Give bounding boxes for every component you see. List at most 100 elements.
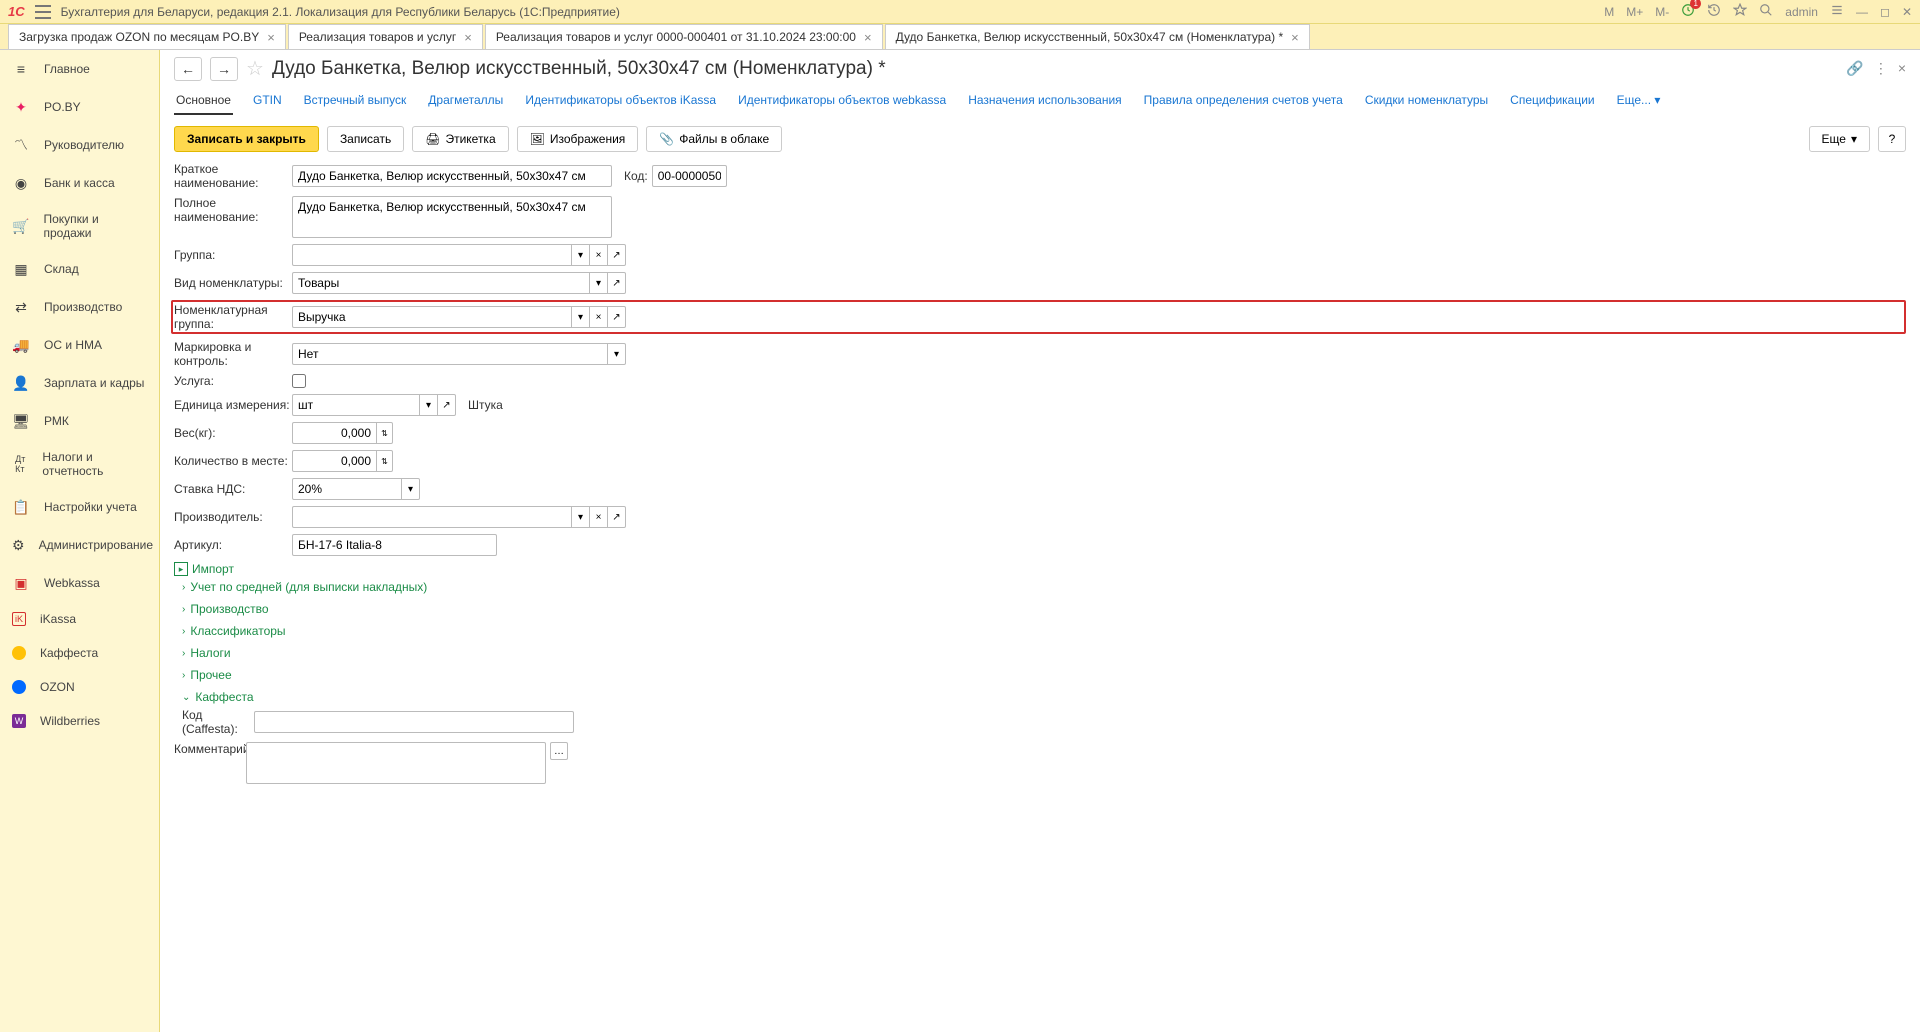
sidebar-item-caffesta[interactable]: Каффеста xyxy=(0,636,159,670)
tab-close-icon[interactable]: × xyxy=(267,30,275,45)
cloud-files-button[interactable]: 📎Файлы в облаке xyxy=(646,126,782,152)
subtab-counter[interactable]: Встречный выпуск xyxy=(302,89,409,115)
save-button[interactable]: Записать xyxy=(327,126,404,152)
search-icon[interactable] xyxy=(1759,3,1773,20)
star-icon[interactable] xyxy=(1733,3,1747,20)
sidebar-item-warehouse[interactable]: ▦Склад xyxy=(0,250,159,288)
caffesta-section[interactable]: ⌄Каффеста xyxy=(182,686,1906,708)
open-icon[interactable]: ↗ xyxy=(608,272,626,294)
tab-2[interactable]: Реализация товаров и услуг 0000-000401 о… xyxy=(485,24,883,49)
tab-close-icon[interactable]: × xyxy=(464,30,472,45)
qty-place-input[interactable] xyxy=(292,450,377,472)
open-icon[interactable]: ↗ xyxy=(438,394,456,416)
dropdown-icon[interactable]: ▾ xyxy=(402,478,420,500)
sidebar-item-poby[interactable]: ✦PO.BY xyxy=(0,88,159,126)
spinner-icon[interactable]: ⇅ xyxy=(377,450,393,472)
classifiers-section[interactable]: ›Классификаторы xyxy=(182,620,1906,642)
forward-button[interactable]: → xyxy=(210,57,238,81)
dropdown-icon[interactable]: ▾ xyxy=(572,506,590,528)
sidebar-item-ozon[interactable]: OZON xyxy=(0,670,159,704)
sidebar-item-webkassa[interactable]: ▣Webkassa xyxy=(0,564,159,602)
back-button[interactable]: ← xyxy=(174,57,202,81)
subtab-main[interactable]: Основное xyxy=(174,89,233,115)
manufacturer-input[interactable] xyxy=(292,506,572,528)
code-input[interactable] xyxy=(652,165,727,187)
weight-input[interactable] xyxy=(292,422,377,444)
subtab-specs[interactable]: Спецификации xyxy=(1508,89,1596,115)
sidebar-item-wb[interactable]: WWildberries xyxy=(0,704,159,738)
link-icon[interactable]: 🔗 xyxy=(1846,60,1863,77)
help-button[interactable]: ? xyxy=(1878,126,1906,152)
sidebar-item-sales[interactable]: 🛒Покупки и продажи xyxy=(0,202,159,250)
m-minus-button[interactable]: M- xyxy=(1655,5,1669,19)
vat-input[interactable] xyxy=(292,478,402,500)
service-checkbox[interactable] xyxy=(292,374,306,388)
images-button[interactable]: 🖼Изображения xyxy=(517,126,639,152)
sidebar-item-admin[interactable]: ⚙Администрирование xyxy=(0,526,159,564)
dropdown-icon[interactable]: ▾ xyxy=(608,343,626,365)
open-icon[interactable]: ↗ xyxy=(608,244,626,266)
comment-textarea[interactable] xyxy=(246,742,546,784)
more-vert-icon[interactable]: ⋮ xyxy=(1874,60,1888,77)
open-icon[interactable]: ↗ xyxy=(608,506,626,528)
nom-group-input[interactable] xyxy=(292,306,572,328)
clear-icon[interactable]: × xyxy=(590,244,608,266)
unit-input[interactable] xyxy=(292,394,420,416)
avg-acct-section[interactable]: ›Учет по средней (для выписки накладных) xyxy=(182,576,1906,598)
tab-1[interactable]: Реализация товаров и услуг× xyxy=(288,24,483,49)
m-plus-button[interactable]: M+ xyxy=(1626,5,1643,19)
more-button[interactable]: Еще ▾ xyxy=(1809,126,1870,152)
history-icon[interactable] xyxy=(1707,3,1721,20)
subtab-discounts[interactable]: Скидки номенклатуры xyxy=(1363,89,1490,115)
favorite-star-icon[interactable]: ☆ xyxy=(246,56,264,81)
open-icon[interactable]: ↗ xyxy=(608,306,626,328)
subtab-accounts[interactable]: Правила определения счетов учета xyxy=(1142,89,1345,115)
sidebar-item-hr[interactable]: 👤Зарплата и кадры xyxy=(0,364,159,402)
minimize-icon[interactable]: — xyxy=(1856,5,1868,19)
clear-icon[interactable]: × xyxy=(590,506,608,528)
other-section[interactable]: ›Прочее xyxy=(182,664,1906,686)
import-section[interactable]: ▸ Импорт xyxy=(174,562,1906,576)
sidebar-item-production[interactable]: ⇄Производство xyxy=(0,288,159,326)
tab-close-icon[interactable]: × xyxy=(1291,30,1299,45)
expand-comment-icon[interactable]: … xyxy=(550,742,568,760)
subtab-more[interactable]: Еще... ▾ xyxy=(1615,89,1663,115)
sidebar-item-ikassa[interactable]: iKiKassa xyxy=(0,602,159,636)
tab-3[interactable]: Дудо Банкетка, Велюр искусственный, 50х3… xyxy=(885,24,1310,49)
nom-type-input[interactable] xyxy=(292,272,590,294)
notifications-icon[interactable]: 1 xyxy=(1681,3,1695,20)
dropdown-icon[interactable]: ▾ xyxy=(572,306,590,328)
sidebar-item-settings[interactable]: 📋Настройки учета xyxy=(0,488,159,526)
sidebar-item-rmk[interactable]: 🖥РМК xyxy=(0,402,159,440)
subtab-gtin[interactable]: GTIN xyxy=(251,89,284,115)
label-button[interactable]: 🖨Этикетка xyxy=(412,126,508,152)
subtab-webkassa-ids[interactable]: Идентификаторы объектов webkassa xyxy=(736,89,948,115)
code-caffesta-input[interactable] xyxy=(254,711,574,733)
settings-icon[interactable] xyxy=(1830,3,1844,20)
save-close-button[interactable]: Записать и закрыть xyxy=(174,126,319,152)
tab-close-icon[interactable]: × xyxy=(864,30,872,45)
user-label[interactable]: admin xyxy=(1785,5,1818,19)
main-menu-icon[interactable] xyxy=(35,5,51,19)
subtab-usage[interactable]: Назначения использования xyxy=(966,89,1123,115)
sidebar-item-manager[interactable]: 〽Руководителю xyxy=(0,126,159,164)
group-input[interactable] xyxy=(292,244,572,266)
subtab-ikassa-ids[interactable]: Идентификаторы объектов iKassa xyxy=(523,89,718,115)
taxes-section[interactable]: ›Налоги xyxy=(182,642,1906,664)
full-name-textarea[interactable] xyxy=(292,196,612,238)
sidebar-item-main[interactable]: ≡Главное xyxy=(0,50,159,88)
subtab-metals[interactable]: Драгметаллы xyxy=(426,89,505,115)
marking-input[interactable] xyxy=(292,343,608,365)
close-icon[interactable]: ✕ xyxy=(1902,5,1912,19)
sidebar-item-bank[interactable]: ◉Банк и касса xyxy=(0,164,159,202)
maximize-icon[interactable]: ◻ xyxy=(1880,5,1890,19)
article-input[interactable] xyxy=(292,534,497,556)
dropdown-icon[interactable]: ▾ xyxy=(420,394,438,416)
close-content-icon[interactable]: × xyxy=(1898,60,1906,77)
spinner-icon[interactable]: ⇅ xyxy=(377,422,393,444)
dropdown-icon[interactable]: ▾ xyxy=(572,244,590,266)
sidebar-item-assets[interactable]: 🚚ОС и НМА xyxy=(0,326,159,364)
clear-icon[interactable]: × xyxy=(590,306,608,328)
m-button[interactable]: M xyxy=(1604,5,1614,19)
dropdown-icon[interactable]: ▾ xyxy=(590,272,608,294)
